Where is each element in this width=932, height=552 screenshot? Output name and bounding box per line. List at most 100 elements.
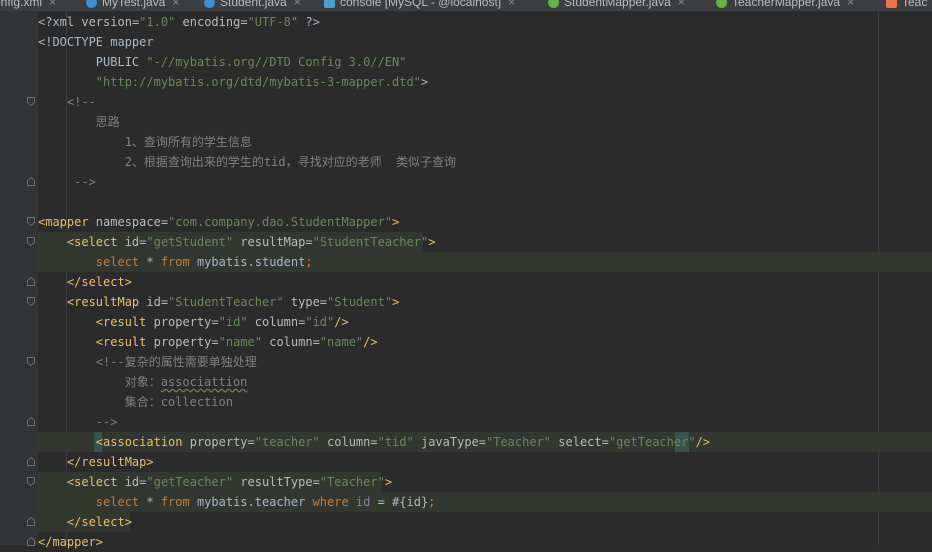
code-token: encoding: [182, 15, 241, 29]
fold-marker-icon[interactable]: [27, 357, 35, 366]
tab-teachermapper-java[interactable]: TeacherMapper.java ×: [716, 0, 854, 11]
code-line[interactable]: <select id="getTeacher" resultType="Teac…: [0, 472, 932, 492]
code-token: =: [312, 335, 320, 349]
code-line[interactable]: <!DOCTYPE mapper: [0, 32, 932, 52]
code-text: </select>: [38, 272, 132, 292]
code-line[interactable]: <select id="getStudent" resultMap="Stude…: [0, 232, 932, 252]
code-token: mybatis.teacher: [196, 495, 313, 509]
code-token: "1.0": [139, 15, 176, 29]
code-token: =: [247, 435, 255, 449]
code-line[interactable]: select * from mybatis.teacher where id =…: [0, 492, 932, 512]
code-line[interactable]: [0, 192, 932, 212]
code-token: "StudentTeacher": [312, 235, 429, 249]
code-token: "UTF-8": [247, 15, 299, 29]
code-line[interactable]: </mapper>: [0, 532, 932, 552]
code-line[interactable]: select * from mybatis.student;: [0, 252, 932, 272]
close-icon[interactable]: ×: [678, 0, 685, 9]
code-token: resultType: [240, 475, 313, 489]
fold-marker-icon[interactable]: [27, 237, 35, 246]
code-text: 对象：associattion: [38, 372, 248, 392]
fold-marker-icon[interactable]: [27, 177, 35, 186]
close-icon[interactable]: ×: [294, 0, 301, 9]
code-token: =: [319, 295, 328, 309]
fold-marker-icon[interactable]: [27, 417, 35, 426]
tab-mytest-java[interactable]: MyTest.java ×: [86, 0, 179, 11]
code-line[interactable]: <result property="id" column="id"/>: [0, 312, 932, 332]
xml-file-icon: [886, 0, 897, 9]
code-token: "getTeacher": [146, 475, 234, 489]
tab-label: TeacherMapper.java: [732, 0, 841, 9]
code-token: =: [601, 435, 609, 449]
code-token: <result: [38, 315, 154, 329]
code-line[interactable]: "http://mybatis.org/dtd/mybatis-3-mapper…: [0, 72, 932, 92]
code-line[interactable]: 对象：associattion: [0, 372, 932, 392]
code-line[interactable]: <association property="teacher" column="…: [0, 432, 932, 452]
code-line[interactable]: 2、根据查询出来的学生的tid，寻找对应的老师 类似子查询: [0, 152, 932, 172]
code-token: "http://mybatis.org/dtd/mybatis-3-mapper…: [38, 75, 421, 89]
code-token: />: [334, 315, 349, 329]
code-token: property: [189, 435, 248, 449]
code-line[interactable]: <!--复杂的属性需要单独处理: [0, 352, 932, 372]
java-class-icon: [86, 0, 97, 9]
fold-marker-icon[interactable]: [27, 477, 35, 486]
tab-label: Student.java: [220, 0, 287, 9]
code-text: <association property="teacher" column="…: [38, 432, 710, 452]
tab-studentmapper-java[interactable]: StudentMapper.java ×: [548, 0, 685, 11]
code-line[interactable]: </select>: [0, 272, 932, 292]
close-icon[interactable]: ×: [49, 0, 56, 9]
code-token: id: [355, 495, 378, 509]
code-token: <select: [38, 235, 125, 249]
code-token: <result: [38, 335, 154, 349]
code-token: "tid": [377, 435, 414, 449]
close-icon[interactable]: ×: [172, 0, 179, 9]
tab-teacher-xml[interactable]: Teac: [886, 0, 927, 11]
code-token: column: [269, 335, 313, 349]
code-text: <!--复杂的属性需要单独处理: [38, 352, 257, 372]
code-text: <result property="id" column="id"/>: [38, 312, 349, 332]
fold-marker-icon[interactable]: [27, 457, 35, 466]
code-line[interactable]: -->: [0, 172, 932, 192]
tab-console-mysql[interactable]: console [MySQL - @localhost] ×: [324, 0, 515, 11]
code-line[interactable]: 集合：collection: [0, 392, 932, 412]
code-line[interactable]: <?xml version="1.0" encoding="UTF-8" ?>: [0, 12, 932, 32]
code-text: </mapper>: [38, 532, 103, 552]
code-line[interactable]: PUBLIC "-//mybatis.org//DTD Config 3.0//…: [0, 52, 932, 72]
code-token: ;: [305, 255, 313, 269]
code-token: 集合：collection: [38, 395, 233, 409]
code-token: associattion: [160, 375, 248, 389]
code-text: </resultMap>: [38, 452, 154, 472]
fold-marker-icon[interactable]: [27, 97, 35, 106]
code-text: <result property="name" column="name"/>: [38, 332, 378, 352]
code-line[interactable]: </resultMap>: [0, 452, 932, 472]
code-token: "teacher": [254, 435, 320, 449]
code-line[interactable]: <mapper namespace="com.company.dao.Stude…: [0, 212, 932, 232]
fold-marker-icon[interactable]: [27, 297, 35, 306]
tab-student-java[interactable]: Student.java ×: [204, 0, 301, 11]
code-token: =: [160, 295, 169, 309]
tab-label: Teac: [902, 0, 928, 9]
close-icon[interactable]: ×: [508, 0, 515, 9]
code-token: 1、查询所有的学生信息: [38, 135, 252, 149]
tab-config-xml[interactable]: config.xml ×: [0, 0, 56, 11]
code-token: ?>: [298, 15, 320, 29]
code-line[interactable]: 1、查询所有的学生信息: [0, 132, 932, 152]
code-token: "name": [319, 335, 364, 349]
code-token: </resultMap>: [38, 455, 154, 469]
code-line[interactable]: </select>: [0, 512, 932, 532]
code-line[interactable]: 思路: [0, 112, 932, 132]
code-text: -->: [38, 172, 96, 192]
fold-marker-icon[interactable]: [27, 217, 35, 226]
code-line[interactable]: <resultMap id="StudentTeacher" type="Stu…: [0, 292, 932, 312]
code-line[interactable]: -->: [0, 412, 932, 432]
close-icon[interactable]: ×: [847, 0, 854, 9]
code-token: "getTeacher": [608, 435, 696, 449]
code-token: column: [327, 435, 371, 449]
code-line[interactable]: <result property="name" column="name"/>: [0, 332, 932, 352]
code-text: <mapper namespace="com.company.dao.Stude…: [38, 212, 399, 232]
fold-marker-icon[interactable]: [27, 517, 35, 526]
code-line[interactable]: <!--: [0, 92, 932, 112]
code-token: =: [370, 435, 378, 449]
fold-marker-icon[interactable]: [27, 277, 35, 286]
